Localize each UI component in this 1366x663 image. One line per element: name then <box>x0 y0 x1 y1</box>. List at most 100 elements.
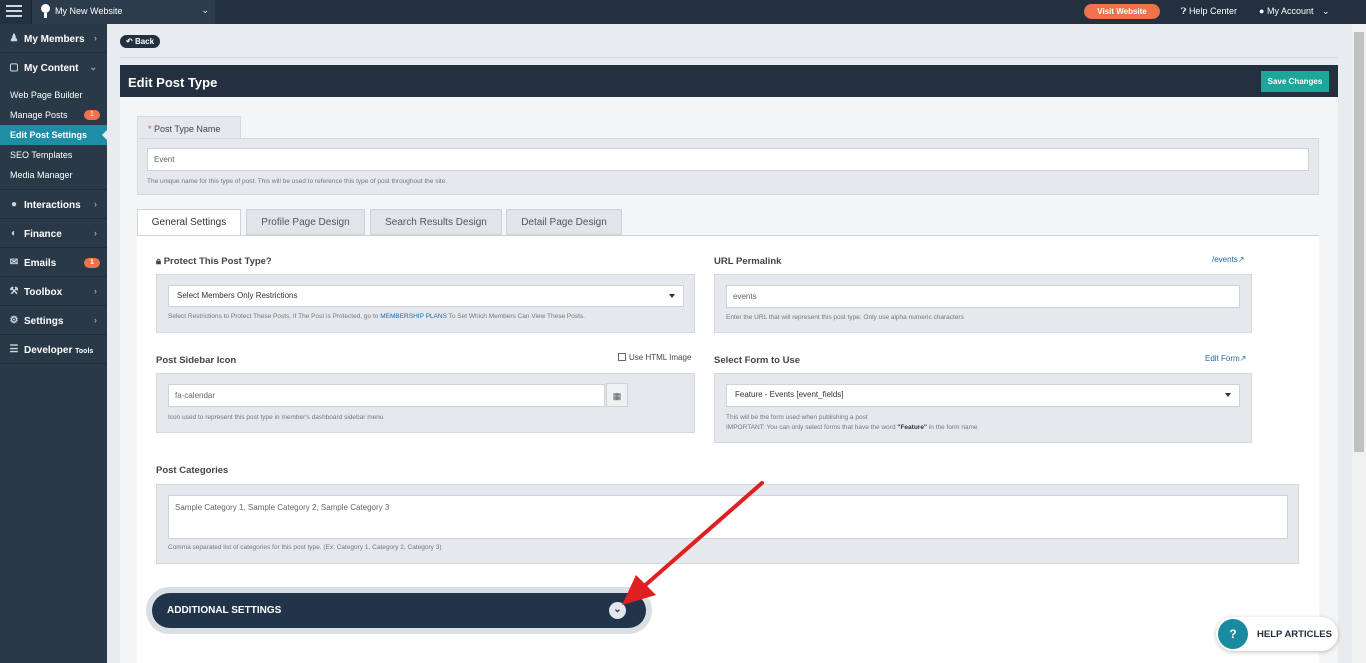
required-mark: * <box>148 124 152 134</box>
sidebar-item-seo-templates[interactable]: SEO Templates <box>0 145 107 165</box>
sidebar-item-edit-post-settings[interactable]: Edit Post Settings <box>0 125 107 145</box>
protect-help-text-end: To Set Which Members Can View These Post… <box>446 313 585 320</box>
arrow-shaft <box>640 481 764 590</box>
protect-box: Select Members Only Restrictions Select … <box>156 274 695 333</box>
post-type-name-label: * Post Type Name <box>137 116 241 139</box>
post-type-name-help: The unique name for this type of post. T… <box>147 178 448 185</box>
sidebar-item-label: Edit Post Settings <box>10 130 88 140</box>
sidebar: ♟ My Members › ▢ My Content ⌄ Web Page B… <box>0 24 107 663</box>
post-type-name-input[interactable]: Event <box>147 148 1309 171</box>
sidebar-item-label: Manage Posts <box>10 110 68 120</box>
count-badge: 1 <box>84 258 100 268</box>
save-changes-button[interactable]: Save Changes <box>1261 71 1329 92</box>
visit-website-button[interactable]: Visit Website <box>1084 4 1160 19</box>
use-html-image-checkbox[interactable] <box>618 353 626 361</box>
external-link-icon: ↗ <box>1239 354 1247 363</box>
sidebar-item-interactions[interactable]: ● Interactions › <box>0 190 107 219</box>
tab-detail-page-design[interactable]: Detail Page Design <box>506 209 622 235</box>
chevron-down-icon: ⌄ <box>89 62 97 72</box>
permalink-input[interactable]: events <box>726 285 1240 308</box>
sidebar-item-finance[interactable]: ◐ Finance › <box>0 219 107 248</box>
permalink-link-text: /events <box>1212 255 1238 264</box>
tab-search-results-design[interactable]: Search Results Design <box>370 209 502 235</box>
my-account-label: My Account <box>1266 6 1314 16</box>
sidebar-item-web-page-builder[interactable]: Web Page Builder <box>0 85 107 105</box>
sidebar-item-emails[interactable]: ✉ Emails 1 <box>0 248 107 277</box>
form-label: Select Form to Use <box>714 355 801 366</box>
sidebar-item-label: SEO Templates <box>10 150 73 160</box>
chevron-down-icon: ⌄ <box>1322 6 1330 16</box>
caret-down-icon <box>1225 393 1231 400</box>
sidebar-item-developer-tools[interactable]: ☰ Developer Tools <box>0 335 107 364</box>
form-help-2-end: in the form name <box>927 424 978 431</box>
tab-profile-page-design[interactable]: Profile Page Design <box>246 209 365 235</box>
scrollbar-thumb[interactable] <box>1354 32 1364 452</box>
sidebar-item-my-content[interactable]: ▢ My Content ⌄ <box>0 53 107 82</box>
form-selected-value: Feature - Events [event_fields] <box>735 390 844 399</box>
question-circle-icon: ❓︎ <box>1181 6 1187 16</box>
sidebar-item-settings[interactable]: ⚙ Settings › <box>0 306 107 335</box>
protect-help-text: Select Restrictions to Protect These Pos… <box>168 313 381 320</box>
additional-settings-toggle[interactable]: ADDITIONAL SETTINGS ⌄ <box>152 593 646 628</box>
form-help-1: This will be the form used when publishi… <box>726 414 868 421</box>
back-button[interactable]: ↶ Back <box>120 35 161 48</box>
additional-settings-label: ADDITIONAL SETTINGS <box>167 605 282 616</box>
chevron-right-icon: › <box>94 228 97 238</box>
chevron-down-icon: ⌄ <box>201 5 209 15</box>
edit-form-text: Edit Form <box>1205 354 1240 363</box>
help-articles-label: HELP ARTICLES <box>1257 629 1332 640</box>
sidebar-icon-help: Icon used to represent this post type in… <box>168 414 384 421</box>
gear-icon: ⚙ <box>9 315 19 326</box>
sidebar-icon-input[interactable]: fa-calendar <box>168 384 605 407</box>
question-icon: ? <box>1218 619 1248 649</box>
tab-general-settings[interactable]: General Settings <box>137 209 241 236</box>
user-circle-icon: ● <box>1259 6 1265 16</box>
use-html-image-label: Use HTML Image <box>629 353 692 362</box>
sidebar-item-toolbox[interactable]: ⚒ Toolbox › <box>0 277 107 306</box>
protect-label: 🔒︎ Protect This Post Type? <box>156 256 272 267</box>
wrench-icon: ⚒ <box>9 286 19 297</box>
chevron-right-icon: › <box>94 199 97 209</box>
count-badge: 1 <box>84 110 100 120</box>
sidebar-item-my-members[interactable]: ♟ My Members › <box>0 24 107 53</box>
protect-help: Select Restrictions to Protect These Pos… <box>168 313 585 320</box>
sidebar-item-media-manager[interactable]: Media Manager <box>0 165 107 185</box>
permalink-link[interactable]: /events↗ <box>1212 255 1245 264</box>
sidebar-item-label: Interactions <box>24 200 81 211</box>
permalink-help: Enter the URL that will represent this p… <box>726 314 964 321</box>
sidebar-item-manage-posts[interactable]: Manage Posts 1 <box>0 105 107 125</box>
tools-suffix: Tools <box>75 348 94 355</box>
my-account-menu[interactable]: ● My Account ⌄ <box>1259 6 1330 17</box>
form-select[interactable]: Feature - Events [event_fields] <box>726 384 1240 407</box>
protect-selected-value: Select Members Only Restrictions <box>177 291 298 300</box>
membership-plans-link[interactable]: MEMBERSHIP PLANS <box>380 313 447 320</box>
help-articles-button[interactable]: ? HELP ARTICLES <box>1216 617 1338 651</box>
panel-header: Edit Post Type <box>120 65 1338 97</box>
back-label: Back <box>134 37 155 46</box>
sidebar-item-label: My Members <box>24 34 85 45</box>
menu-icon[interactable] <box>6 5 22 19</box>
protect-select[interactable]: Select Members Only Restrictions <box>168 285 684 307</box>
form-help-2-text: IMPORTANT: You can only select forms tha… <box>726 424 898 431</box>
help-center-link[interactable]: ❓︎ Help Center <box>1181 6 1237 17</box>
calendar-icon[interactable]: ▦ <box>606 383 628 407</box>
permalink-label: URL Permalink <box>714 256 782 267</box>
form-box: Feature - Events [event_fields] This wil… <box>714 373 1252 443</box>
edit-form-link[interactable]: Edit Form↗ <box>1205 354 1246 363</box>
sidebar-item-label: Media Manager <box>10 170 73 180</box>
chevron-right-icon: › <box>94 315 97 325</box>
post-type-name-text: Post Type Name <box>154 124 221 134</box>
caret-down-icon <box>669 294 675 301</box>
sidebar-item-label: Toolbox <box>24 287 63 298</box>
finance-icon: ◐ <box>10 228 18 239</box>
categories-label: Post Categories <box>156 465 229 476</box>
sidebar-item-label: My Content <box>24 63 79 74</box>
list-icon: ☰ <box>9 344 19 355</box>
site-name: My New Website <box>55 6 123 16</box>
website-selector[interactable]: My New Website ⌄ <box>31 0 215 24</box>
envelope-icon: ✉ <box>9 257 19 268</box>
scrollbar[interactable] <box>1352 24 1366 663</box>
help-center-label: Help Center <box>1188 6 1237 16</box>
permalink-box: events Enter the URL that will represent… <box>714 274 1252 333</box>
lock-icon: 🔒︎ <box>156 256 162 267</box>
